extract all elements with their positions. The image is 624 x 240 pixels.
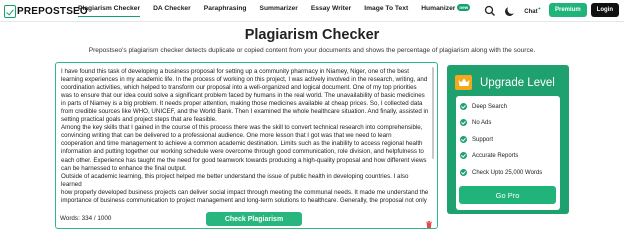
feature-item: Deep Search — [460, 103, 507, 110]
check-circle-icon — [460, 136, 467, 143]
new-badge: new — [457, 4, 471, 11]
editor-line: information and putting together our wor… — [61, 148, 424, 156]
logo-check-icon — [4, 4, 16, 18]
editor-line: Among the key skills that I gained in th… — [61, 124, 423, 132]
editor-line: how properly developed business projects… — [61, 188, 429, 196]
editor-line: convincing writing that can be delivered… — [61, 132, 392, 140]
feature-item: Check Upto 25,000 Words — [460, 169, 542, 176]
editor-line: each other. Experience has taught me the… — [61, 156, 427, 164]
editor-line: learning experiences in my academic life… — [61, 76, 428, 84]
search-icon[interactable] — [484, 4, 496, 16]
page-subtitle: Prepostseo's plagiarism checker detects … — [88, 47, 536, 54]
editor-line: cooperation and time management to achie… — [61, 140, 423, 148]
chat-link[interactable]: Chat✦ — [524, 6, 541, 15]
nav-link-image-to-text[interactable]: Image To Text — [364, 5, 408, 12]
trash-icon[interactable] — [426, 215, 432, 228]
login-button[interactable]: Login — [590, 3, 619, 17]
check-plagiarism-button[interactable]: Check Plagiarism — [206, 212, 302, 226]
nav-link-humanizer[interactable]: Humanizer new — [421, 4, 471, 12]
feature-item: Accurate Reports — [460, 152, 518, 159]
editor-line: in parts of Niamey is a big problem. It … — [61, 100, 423, 108]
upgrade-features-card: Deep Search No Ads Support Accurate Repo… — [456, 96, 560, 210]
editor-line: coordination activities, which helped to… — [61, 84, 417, 92]
nav-link-da-checker[interactable]: DA Checker — [153, 5, 191, 12]
nav-link-plagiarism-checker[interactable]: Plagiarism Checker — [78, 5, 141, 17]
feature-item: Support — [460, 136, 493, 143]
feature-label: No Ads — [472, 119, 492, 126]
upgrade-panel: Upgrade Level Deep Search No Ads Support… — [447, 65, 569, 214]
feature-label: Support — [472, 136, 494, 143]
feature-item: No Ads — [460, 119, 491, 126]
dark-mode-moon-icon[interactable] — [504, 4, 516, 16]
editor-line: importance of business communication to … — [61, 196, 427, 204]
nav-link-paraphrasing[interactable]: Paraphrasing — [204, 5, 247, 12]
crown-icon — [455, 75, 472, 90]
editor-line: was to ensure that our idea could solve … — [61, 92, 425, 100]
logo[interactable]: PREPOSTSEO — [4, 4, 88, 18]
editor-line: setting practical goals and project step… — [61, 116, 217, 124]
upgrade-title: Upgrade Level — [480, 76, 555, 89]
check-circle-icon — [460, 119, 467, 126]
page-title: Plagiarism Checker — [244, 27, 380, 43]
editor-scrollbar[interactable] — [432, 67, 434, 159]
check-circle-icon — [460, 169, 467, 176]
go-pro-button[interactable]: Go Pro — [459, 186, 556, 204]
nav-link-summarizer[interactable]: Summarizer — [260, 5, 298, 12]
editor-line: I have found this task of developing a b… — [61, 68, 409, 75]
feature-label: Accurate Reports — [472, 152, 519, 159]
editor-line: Outside of academic learning, this proje… — [61, 172, 409, 188]
word-count: Words: 334 / 1000 — [60, 215, 112, 222]
nav-links: Plagiarism Checker DA Checker Paraphrasi… — [78, 4, 483, 17]
upgrade-header: Upgrade Level — [455, 75, 555, 90]
premium-button[interactable]: Premium — [548, 3, 587, 17]
chat-label: Chat — [524, 8, 538, 15]
check-circle-icon — [460, 103, 467, 110]
editor-line: from credible sources like WHO, UNICEF, … — [61, 108, 429, 116]
nav-link-essay-writer[interactable]: Essay Writer — [311, 5, 351, 12]
editor-line: can be harnessed to enhance the final ou… — [61, 164, 187, 172]
feature-label: Check Upto 25,000 Words — [472, 169, 543, 176]
top-navbar: PREPOSTSEO Plagiarism Checker DA Checker… — [0, 0, 624, 22]
nav-actions: Chat✦ Premium Login — [484, 3, 619, 17]
chat-star-icon: ✦ — [537, 5, 541, 11]
nav-link-humanizer-label: Humanizer — [421, 5, 456, 12]
editor-textarea[interactable]: I have found this task of developing a b… — [61, 68, 429, 208]
feature-label: Deep Search — [472, 103, 508, 110]
check-circle-icon — [460, 152, 467, 159]
text-editor[interactable]: I have found this task of developing a b… — [55, 62, 438, 229]
